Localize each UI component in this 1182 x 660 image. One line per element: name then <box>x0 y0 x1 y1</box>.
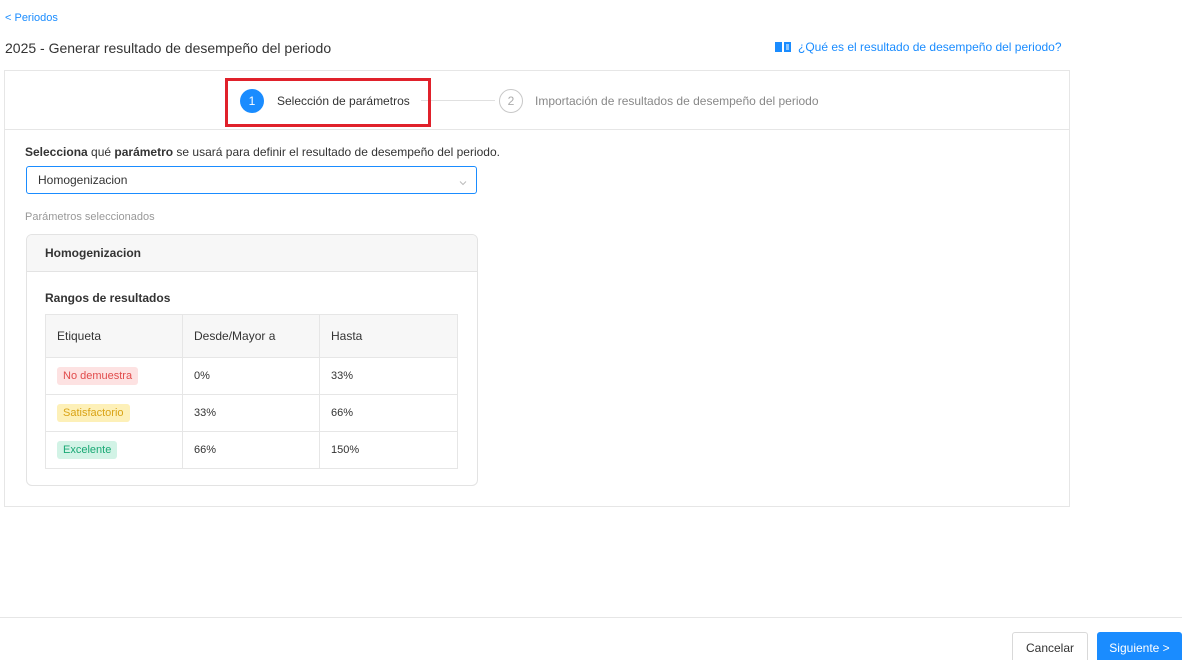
parameter-card: Homogenizacion Rangos de resultados Etiq… <box>26 234 478 486</box>
result-tag: Excelente <box>57 441 118 459</box>
table-row: Excelente 66% 150% <box>45 431 458 469</box>
footer-divider <box>0 617 1182 618</box>
table-header-row: Etiqueta Desde/Mayor a Hasta <box>45 314 458 358</box>
wizard-steps: 1 Selección de parámetros 2 Importación … <box>5 71 1069 130</box>
row-label-cell: Excelente <box>45 431 183 469</box>
row-label-cell: Satisfactorio <box>45 394 183 432</box>
parameter-select-value: Homogenizacion <box>38 173 128 187</box>
instruction-text-1: qué <box>87 145 115 159</box>
chevron-down-icon <box>459 176 467 186</box>
column-header-to: Hasta <box>319 314 458 358</box>
row-to-cell: 150% <box>319 431 458 469</box>
parameter-instruction: Selecciona qué parámetro se usará para d… <box>25 145 500 159</box>
wizard-card: 1 Selección de parámetros 2 Importación … <box>4 70 1070 507</box>
parameter-card-title: Homogenizacion <box>27 235 477 272</box>
row-label-cell: No demuestra <box>45 357 183 395</box>
book-icon <box>774 41 792 53</box>
back-to-periods-link[interactable]: < Periodos <box>5 12 58 24</box>
step-1-number: 1 <box>240 89 264 113</box>
step-import-results[interactable]: 2 Importación de resultados de desempeño… <box>499 89 819 113</box>
row-from-cell: 33% <box>182 394 320 432</box>
step-connector <box>421 100 495 101</box>
step-parameter-selection[interactable]: 1 Selección de parámetros <box>240 89 410 113</box>
row-to-cell: 33% <box>319 357 458 395</box>
ranges-title: Rangos de resultados <box>45 291 171 305</box>
result-tag: Satisfactorio <box>57 404 130 422</box>
cancel-button[interactable]: Cancelar <box>1012 632 1088 660</box>
row-to-cell: 66% <box>319 394 458 432</box>
page-title: 2025 - Generar resultado de desempeño de… <box>5 40 332 56</box>
step-2-label: Importación de resultados de desempeño d… <box>535 94 819 108</box>
column-header-label: Etiqueta <box>45 314 183 358</box>
ranges-table: Etiqueta Desde/Mayor a Hasta No demuestr… <box>45 314 458 469</box>
next-button[interactable]: Siguiente > <box>1097 632 1182 660</box>
step-1-label: Selección de parámetros <box>277 94 410 108</box>
help-link[interactable]: ¿Qué es el resultado de desempeño del pe… <box>774 40 1062 54</box>
result-tag: No demuestra <box>57 367 139 385</box>
instruction-bold-select: Selecciona <box>25 145 88 159</box>
column-header-from: Desde/Mayor a <box>182 314 320 358</box>
row-from-cell: 0% <box>182 357 320 395</box>
parameter-select[interactable]: Homogenizacion <box>26 166 477 194</box>
table-row: Satisfactorio 33% 66% <box>45 394 458 432</box>
instruction-text-2: se usará para definir el resultado de de… <box>173 145 500 159</box>
help-link-label[interactable]: ¿Qué es el resultado de desempeño del pe… <box>798 40 1062 54</box>
selected-parameters-label: Parámetros seleccionados <box>25 211 155 223</box>
step-2-number: 2 <box>499 89 523 113</box>
row-from-cell: 66% <box>182 431 320 469</box>
instruction-bold-parameter: parámetro <box>114 145 174 159</box>
table-row: No demuestra 0% 33% <box>45 357 458 395</box>
